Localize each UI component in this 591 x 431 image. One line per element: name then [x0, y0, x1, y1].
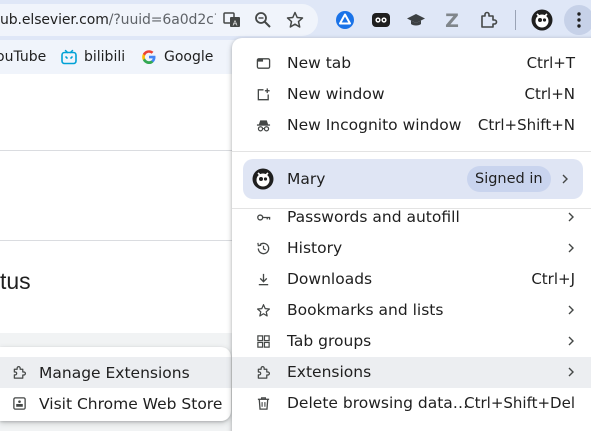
menu-item-label: New window: [287, 85, 385, 103]
bookmark-bilibili-label: bilibili: [84, 49, 126, 65]
visit-web-store-label: Visit Chrome Web Store: [39, 394, 223, 413]
profile-avatar-icon: [252, 168, 274, 190]
bookmark-google[interactable]: Google: [141, 40, 213, 74]
page-heading: tus: [0, 268, 31, 294]
menu-item-shortcut: Ctrl+T: [526, 54, 575, 72]
profile-name: Mary: [287, 170, 326, 188]
profile-avatar-icon[interactable]: [529, 7, 555, 33]
menu-item-label: New tab: [287, 54, 352, 72]
download-icon: [258, 273, 269, 286]
address-bar[interactable]: ub.elsevier.com/?uuid=6a0d2c7… A: [0, 4, 318, 36]
puzzle-icon[interactable]: [475, 7, 501, 33]
menu-item-bookmarks[interactable]: Bookmarks and lists: [232, 295, 591, 326]
tab-groups-icon: [257, 335, 270, 348]
menu-item-label: New Incognito window: [287, 116, 462, 134]
manage-extensions-item[interactable]: Manage Extensions: [0, 357, 231, 388]
menu-item-label: Tab groups: [287, 332, 372, 350]
menu-item-downloads[interactable]: Downloads Ctrl+J: [232, 264, 591, 295]
menu-profile-row[interactable]: Mary Signed in: [243, 159, 583, 199]
menu-item-tab-groups[interactable]: Tab groups: [232, 326, 591, 357]
extensions-icon: [13, 366, 26, 379]
drive-icon[interactable]: [332, 7, 358, 33]
bookmark-google-label: Google: [164, 49, 214, 65]
google-icon: [142, 50, 156, 64]
menu-item-history[interactable]: History: [232, 233, 591, 264]
address-bar-url[interactable]: ub.elsevier.com/?uuid=6a0d2c7…: [0, 4, 216, 36]
menu-item-label: Passwords and autofill: [287, 208, 460, 226]
kebab-menu-icon[interactable]: [564, 5, 591, 35]
bookmark-youtube[interactable]: ouTube: [0, 40, 46, 74]
menu-separator: [232, 151, 591, 152]
page-divider: [0, 150, 240, 151]
incognito-icon: [256, 120, 271, 132]
manage-extensions-label: Manage Extensions: [39, 363, 190, 382]
chrome-main-menu: New tab Ctrl+T New window Ctrl+N New Inc…: [232, 38, 591, 431]
translate-icon[interactable]: A: [219, 7, 245, 33]
chevron-right-icon: [568, 305, 574, 315]
menu-item-new-tab[interactable]: New tab Ctrl+T: [232, 48, 591, 79]
chevron-right-icon: [568, 243, 574, 253]
menu-item-shortcut: Ctrl+J: [531, 270, 575, 288]
svg-text:A: A: [233, 20, 238, 28]
chevron-right-icon: [568, 336, 574, 346]
menu-item-shortcut: Ctrl+Shift+N: [477, 116, 575, 134]
chevron-right-icon: [562, 174, 568, 184]
bilibili-icon: [61, 49, 77, 65]
bookmark-star-icon[interactable]: [282, 7, 308, 33]
browser-toolbar: ub.elsevier.com/?uuid=6a0d2c7… A Z: [0, 0, 591, 40]
menu-item-new-incognito[interactable]: New Incognito window Ctrl+Shift+N: [232, 110, 591, 141]
menu-item-shortcut: Ctrl+N: [524, 85, 575, 103]
extensions-submenu: Manage Extensions Visit Chrome Web Store: [0, 347, 231, 421]
visit-web-store-item[interactable]: Visit Chrome Web Store: [0, 388, 231, 419]
menu-item-label: Delete browsing data…: [287, 394, 469, 412]
web-store-icon: [13, 397, 26, 410]
zotero-icon[interactable]: Z: [439, 7, 465, 33]
zoom-icon[interactable]: [250, 7, 276, 33]
menu-item-label: History: [287, 239, 343, 257]
history-icon: [257, 242, 270, 255]
menu-item-delete-browsing-data[interactable]: Delete browsing data… Ctrl+Shift+Del: [232, 388, 591, 419]
extension-icon-1[interactable]: [368, 7, 394, 33]
graduation-cap-icon[interactable]: [403, 7, 429, 33]
menu-item-label: Extensions: [287, 363, 372, 381]
menu-item-label: Downloads: [287, 270, 373, 288]
extensions-icon: [257, 366, 270, 379]
bookmark-bilibili[interactable]: bilibili: [61, 40, 125, 74]
svg-text:Z: Z: [445, 10, 459, 30]
key-icon: [257, 214, 271, 221]
star-icon: [256, 304, 271, 317]
chevron-right-icon: [568, 367, 574, 377]
menu-item-shortcut: Ctrl+Shift+Del: [464, 394, 575, 412]
url-path: /?uuid=6a0d2c7…: [108, 12, 216, 28]
chevron-right-icon: [568, 212, 574, 222]
toolbar-separator: [515, 10, 516, 30]
menu-item-passwords[interactable]: Passwords and autofill: [232, 202, 591, 233]
new-window-icon: [257, 88, 270, 101]
page-divider: [0, 240, 240, 241]
menu-item-new-window[interactable]: New window Ctrl+N: [232, 79, 591, 110]
new-tab-icon: [256, 58, 271, 69]
bookmark-youtube-label: ouTube: [0, 49, 47, 65]
menu-item-extensions[interactable]: Extensions: [232, 357, 591, 388]
trash-icon: [257, 397, 270, 410]
menu-item-label: Bookmarks and lists: [287, 301, 444, 319]
signed-in-badge: Signed in: [467, 166, 551, 192]
url-host: ub.elsevier.com: [0, 12, 109, 28]
